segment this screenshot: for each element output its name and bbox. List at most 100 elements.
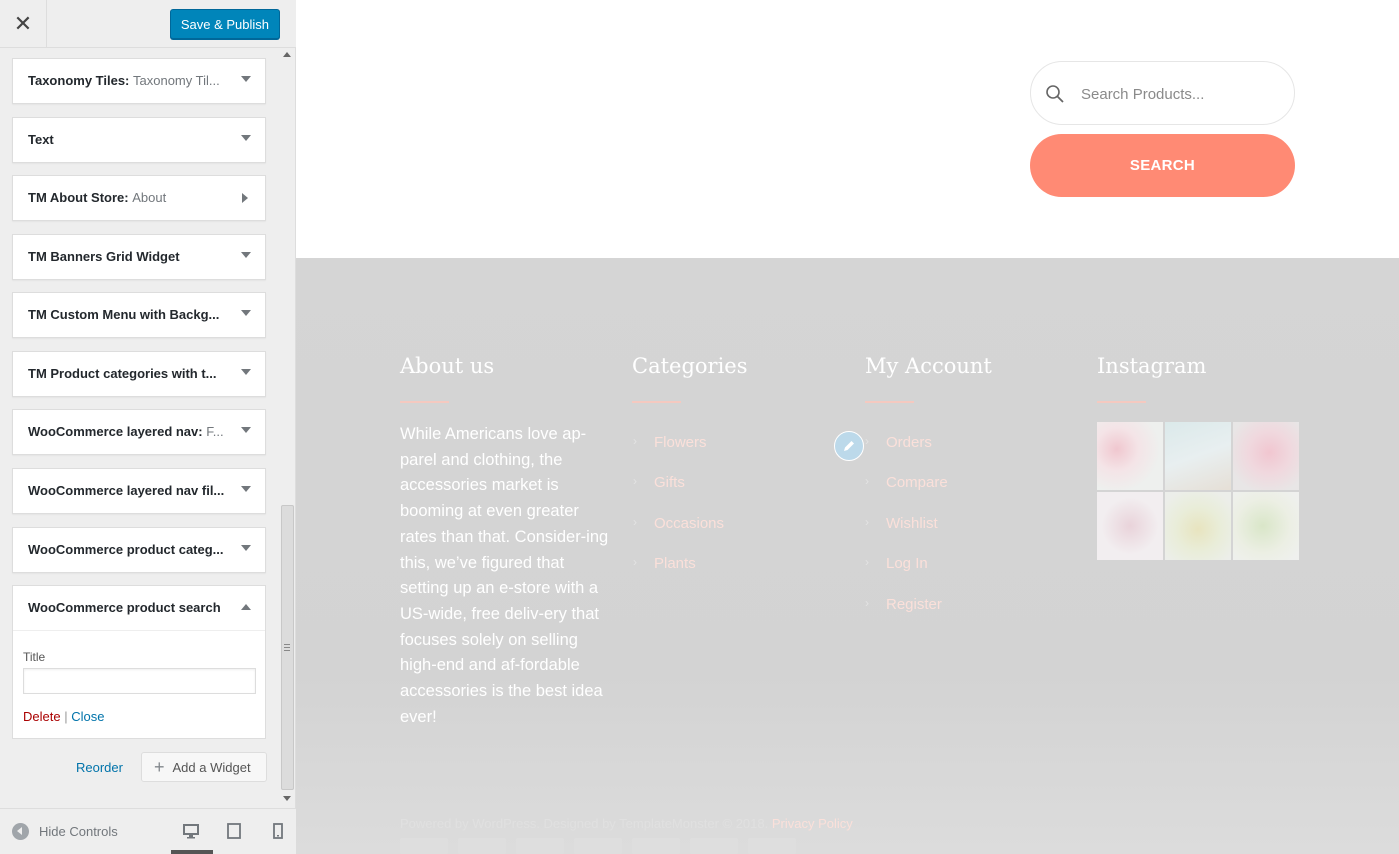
payment-icons [400,838,860,854]
search-input[interactable] [1081,82,1271,106]
widget-title: TM Banners Grid Widget [28,249,180,264]
widget-title: WooCommerce layered nav: F... [28,424,224,439]
footer-link-login[interactable]: › Log In [865,555,928,572]
widget-woo-layered-nav[interactable]: WooCommerce layered nav: F... [12,409,266,455]
chevron-down-icon[interactable] [241,427,251,433]
payment-card-icon [632,838,680,854]
widget-list[interactable]: Taxonomy Tiles: Taxonomy Til... Text TM … [0,48,296,808]
mobile-icon[interactable] [270,823,286,839]
footer-link-wishlist[interactable]: › Wishlist [865,515,938,532]
instagram-title: Instagram [1097,354,1207,378]
footer-link-flowers[interactable]: › Flowers [633,434,707,451]
scroll-down-arrow-icon[interactable] [283,796,291,801]
widget-title: TM Custom Menu with Backg... [28,307,220,322]
categories-title: Categories [632,354,748,378]
chevron-down-icon[interactable] [241,369,251,375]
title-underline [865,401,914,403]
reorder-button[interactable]: Reorder [76,760,123,775]
widget-title: WooCommerce product search [28,600,221,615]
widget-tm-custom-menu[interactable]: TM Custom Menu with Backg... [12,292,266,338]
widget-header[interactable]: WooCommerce product search [13,586,265,631]
chevron-right-icon: › [865,474,869,488]
widget-woo-product-categories[interactable]: WooCommerce product categ... [12,527,266,573]
close-customizer-button[interactable]: ✕ [0,0,47,47]
chevron-right-icon: › [633,474,637,488]
scroll-up-arrow-icon[interactable] [283,52,291,57]
instagram-photo[interactable] [1165,422,1231,490]
chevron-right-icon: › [865,596,869,610]
widget-title: Taxonomy Tiles: Taxonomy Til... [28,73,220,88]
chevron-right-icon: › [865,555,869,569]
chevron-down-icon[interactable] [241,545,251,551]
add-widget-label: Add a Widget [172,759,251,775]
title-field[interactable] [23,668,256,694]
widget-tm-banners-grid[interactable]: TM Banners Grid Widget [12,234,266,280]
widget-tm-about-store[interactable]: TM About Store: About [12,175,266,221]
chevron-right-icon: › [865,515,869,529]
footer-link-compare[interactable]: › Compare [865,474,948,491]
chevron-down-icon[interactable] [241,310,251,316]
footer-link-orders[interactable]: › Orders [865,434,932,451]
chevron-down-icon[interactable] [241,135,251,141]
footer-link-gifts[interactable]: › Gifts [633,474,685,491]
privacy-policy-link[interactable]: Privacy Policy [772,816,853,831]
widget-woo-layered-nav-filters[interactable]: WooCommerce layered nav fil... [12,468,266,514]
instagram-photo[interactable] [1233,492,1299,560]
instagram-photo[interactable] [1097,422,1163,490]
widget-title: TM Product categories with t... [28,366,217,381]
hide-controls-button[interactable]: Hide Controls [12,823,118,840]
sidebar-scrollbar[interactable] [280,48,295,808]
active-device-indicator [171,850,213,854]
widget-tm-product-categories[interactable]: TM Product categories with t... [12,351,266,397]
copyright: Powered by WordPress. Designed by Templa… [400,816,853,831]
chevron-down-icon[interactable] [241,252,251,258]
customizer-footer: Hide Controls [0,808,296,854]
edit-shortcut-pencil-icon[interactable] [834,431,864,461]
search-icon [1046,85,1064,103]
collapse-icon [12,823,29,840]
preview-header-area: SEARCH [296,0,1399,258]
widget-text[interactable]: Text [12,117,266,163]
instagram-photo[interactable] [1233,422,1299,490]
product-search-box[interactable] [1030,61,1295,125]
customizer-sidebar: ✕ Save & Publish Taxonomy Tiles: Taxonom… [0,0,296,854]
chevron-right-icon[interactable] [242,193,248,203]
customizer-header: ✕ Save & Publish [0,0,296,48]
delete-link[interactable]: Delete [23,709,61,724]
about-text: While Americans love ap-parel and clothi… [400,425,609,726]
footer-link-occasions[interactable]: › Occasions [633,515,724,532]
footer-link-register[interactable]: › Register [865,596,942,613]
account-title: My Account [865,354,992,378]
separator: | [64,709,68,724]
payment-card-icon [516,838,564,854]
instagram-photo[interactable] [1097,492,1163,560]
payment-card-icon [400,838,448,854]
widget-taxonomy-tiles[interactable]: Taxonomy Tiles: Taxonomy Til... [12,58,266,104]
site-preview: SEARCH About us While Americans love ap-… [296,0,1399,854]
chevron-down-icon[interactable] [241,486,251,492]
desktop-icon[interactable] [183,823,199,839]
title-underline [400,401,449,403]
widget-title: WooCommerce layered nav fil... [28,483,225,498]
chevron-right-icon: › [633,555,637,569]
about-title: About us [400,354,495,378]
tablet-icon[interactable] [226,823,242,839]
close-link[interactable]: Close [71,709,104,724]
widget-title: Text [28,132,54,147]
title-underline [632,401,681,403]
plus-icon: + [154,756,165,777]
payment-card-icon [574,838,622,854]
add-widget-button[interactable]: + Add a Widget [141,752,267,782]
chevron-right-icon: › [633,515,637,529]
save-publish-button[interactable]: Save & Publish [169,9,280,39]
title-underline [1097,401,1146,403]
chevron-down-icon[interactable] [241,76,251,82]
payment-card-icon [458,838,506,854]
title-field-label: Title [23,650,46,664]
footer-link-plants[interactable]: › Plants [633,555,696,572]
instagram-grid [1097,422,1299,561]
chevron-right-icon: › [865,434,869,448]
chevron-up-icon[interactable] [241,604,251,610]
search-button[interactable]: SEARCH [1030,134,1295,197]
instagram-photo[interactable] [1165,492,1231,560]
